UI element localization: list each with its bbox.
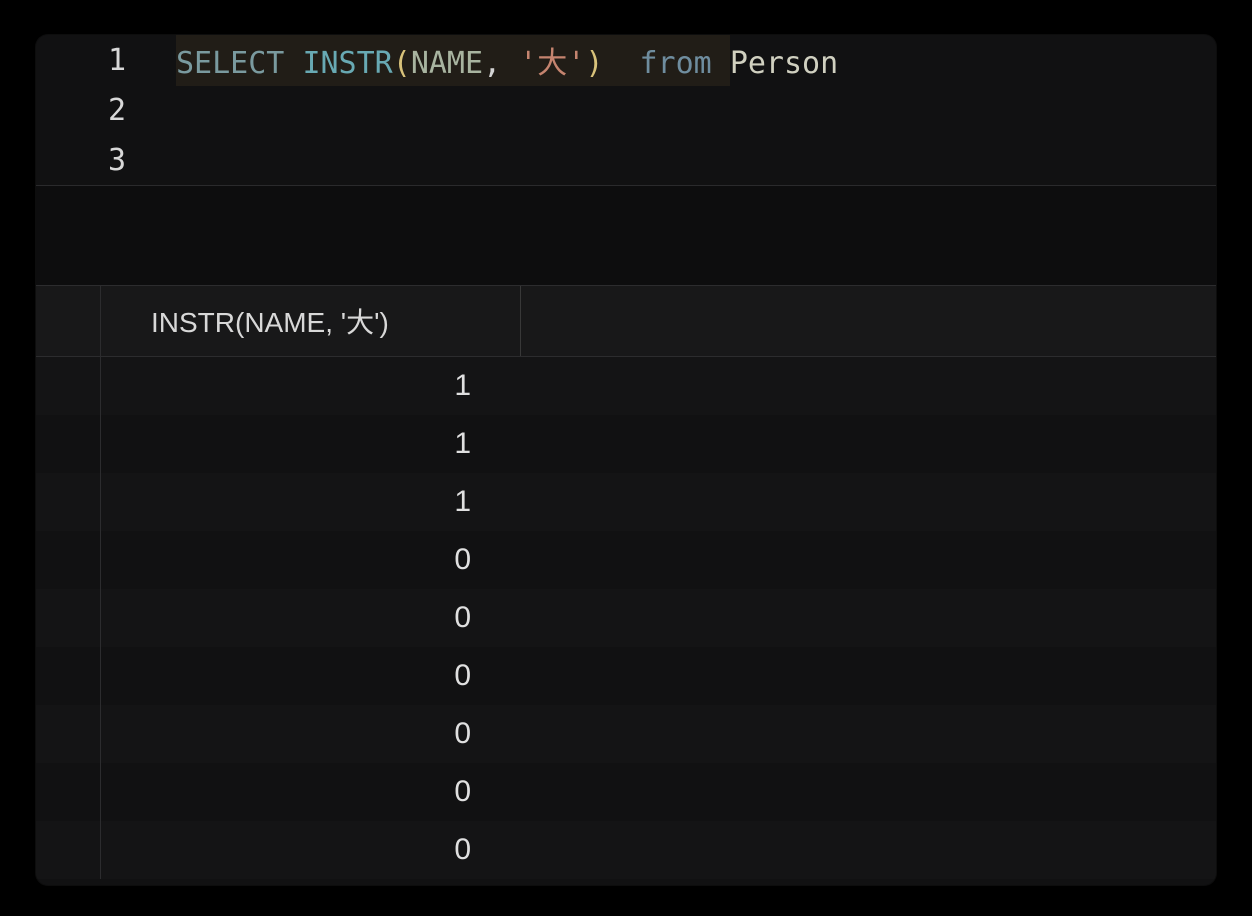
result-cell[interactable]: 0 [101,833,521,867]
row-number-cell [36,415,101,473]
code-line-3[interactable]: 3 [36,135,1216,185]
table-row[interactable]: 0 [36,589,1216,647]
identifier-name: NAME [411,46,483,81]
sql-editor[interactable]: 1 SELECT INSTR(NAME, '大') from Person 2 … [36,35,1216,185]
panel-divider[interactable] [36,185,1216,285]
row-number-cell [36,763,101,821]
keyword-select: SELECT [176,46,284,81]
result-cell[interactable]: 0 [101,717,521,751]
space [712,46,730,81]
left-paren: ( [393,46,411,81]
table-row[interactable]: 1 [36,357,1216,415]
table-row[interactable]: 0 [36,705,1216,763]
table-row[interactable]: 0 [36,821,1216,879]
table-row[interactable]: 1 [36,415,1216,473]
code-content[interactable]: SELECT INSTR(NAME, '大') from Person [176,35,1216,86]
gap [603,46,639,81]
table-row[interactable]: 0 [36,531,1216,589]
row-number-cell [36,647,101,705]
result-cell[interactable]: 0 [101,659,521,693]
code-line-1[interactable]: 1 SELECT INSTR(NAME, '大') from Person [36,35,1216,85]
row-number-cell [36,473,101,531]
row-number-cell [36,821,101,879]
results-body[interactable]: 1 1 1 0 0 0 0 [36,357,1216,885]
line-number: 3 [36,143,176,178]
sql-statement[interactable]: SELECT INSTR(NAME, '大') from [176,35,730,86]
right-paren: ) [585,46,603,81]
result-cell[interactable]: 0 [101,601,521,635]
string-literal: '大' [519,46,585,81]
row-number-cell [36,705,101,763]
code-line-2[interactable]: 2 [36,85,1216,135]
results-panel: INSTR(NAME, '大') 1 1 1 0 0 [36,285,1216,885]
table-row[interactable]: 0 [36,763,1216,821]
table-row[interactable]: 0 [36,647,1216,705]
app-window: 1 SELECT INSTR(NAME, '大') from Person 2 … [36,35,1216,885]
row-number-cell [36,589,101,647]
results-header-row: INSTR(NAME, '大') [36,285,1216,357]
line-number: 2 [36,93,176,128]
row-number-cell [36,357,101,415]
result-cell[interactable]: 0 [101,543,521,577]
comma: , [483,46,501,81]
function-instr: INSTR [302,46,392,81]
keyword-from: from [640,46,712,81]
result-cell[interactable]: 1 [101,427,521,461]
row-number-header [36,286,101,356]
row-number-cell [36,531,101,589]
column-header[interactable]: INSTR(NAME, '大') [101,286,521,356]
result-cell[interactable]: 1 [101,369,521,403]
result-cell[interactable]: 0 [101,775,521,809]
result-cell[interactable]: 1 [101,485,521,519]
line-number: 1 [36,43,176,78]
table-name: Person [730,46,838,81]
space [501,46,519,81]
table-row[interactable]: 1 [36,473,1216,531]
